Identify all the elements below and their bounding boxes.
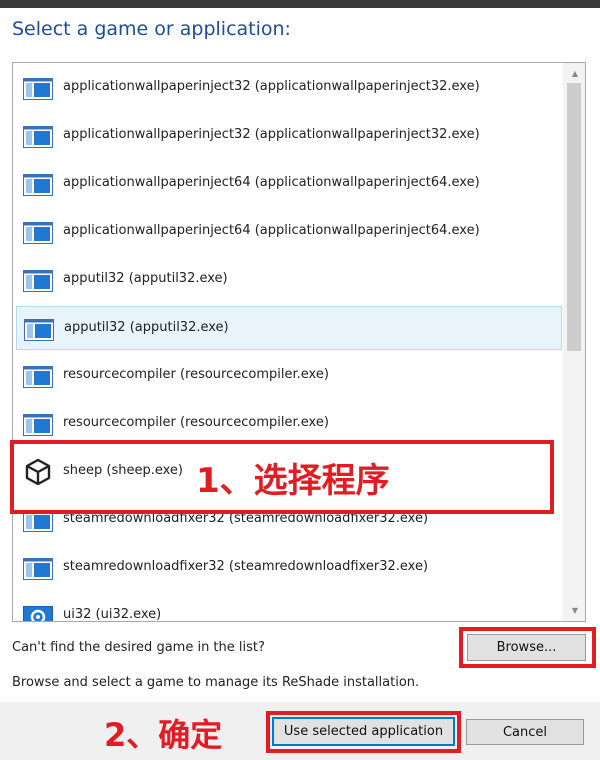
list-item[interactable]: applicationwallpaperinject64 (applicatio…: [16, 210, 562, 254]
cancel-button[interactable]: Cancel: [466, 719, 584, 745]
list-item-label: apputil32 (apputil32.exe): [64, 320, 229, 335]
app-window-icon: [23, 78, 53, 100]
list-item-label: applicationwallpaperinject32 (applicatio…: [63, 79, 480, 94]
list-item-label: steamredownloadfixer32 (steamredownloadf…: [63, 559, 429, 574]
scrollbar-thumb[interactable]: [567, 83, 581, 351]
list-item-label: resourcecompiler (resourcecompiler.exe): [63, 367, 329, 382]
app-window-icon: [23, 366, 53, 388]
app-window-icon: [23, 270, 53, 292]
gear-app-icon: [23, 606, 53, 621]
application-list[interactable]: ▲ ▼ applicationwallpaperinject32 (applic…: [12, 62, 586, 622]
list-item-label: ui32 (ui32.exe): [63, 607, 162, 622]
annotation-step2-text: 2、确定: [104, 716, 223, 754]
browse-description-text: Browse and select a game to manage its R…: [12, 675, 420, 690]
app-window-icon: [23, 126, 53, 148]
annotation-step1-text: 1、选择程序: [196, 461, 390, 501]
list-item-label: apputil32 (apputil32.exe): [63, 271, 228, 286]
app-window-icon: [23, 222, 53, 244]
vertical-scrollbar[interactable]: ▲ ▼: [563, 63, 585, 621]
app-window-icon: [23, 414, 53, 436]
list-item[interactable]: applicationwallpaperinject32 (applicatio…: [16, 66, 562, 110]
list-item[interactable]: steamredownloadfixer32 (steamredownloadf…: [16, 546, 562, 590]
app-window-icon: [23, 174, 53, 196]
app-window-icon: [23, 558, 53, 580]
app-window-icon: [24, 319, 54, 341]
list-item[interactable]: apputil32 (apputil32.exe): [16, 306, 562, 350]
list-item-label: resourcecompiler (resourcecompiler.exe): [63, 415, 329, 430]
list-item-label: applicationwallpaperinject32 (applicatio…: [63, 127, 480, 142]
list-item[interactable]: applicationwallpaperinject64 (applicatio…: [16, 162, 562, 206]
list-item[interactable]: ui32 (ui32.exe): [16, 594, 562, 622]
list-item[interactable]: apputil32 (apputil32.exe): [16, 258, 562, 302]
list-item[interactable]: resourcecompiler (resourcecompiler.exe): [16, 354, 562, 398]
dialog-heading: Select a game or application:: [12, 18, 291, 40]
list-item-label: applicationwallpaperinject64 (applicatio…: [63, 223, 480, 238]
use-selected-application-button[interactable]: Use selected application: [272, 717, 455, 746]
browse-prompt-text: Can't find the desired game in the list?: [12, 640, 265, 655]
window-top-border: [0, 0, 600, 8]
scroll-down-icon[interactable]: ▼: [572, 606, 578, 615]
scroll-up-icon[interactable]: ▲: [572, 69, 578, 78]
list-item[interactable]: applicationwallpaperinject32 (applicatio…: [16, 114, 562, 158]
list-item-label: applicationwallpaperinject64 (applicatio…: [63, 175, 480, 190]
browse-button[interactable]: Browse...: [467, 634, 586, 661]
